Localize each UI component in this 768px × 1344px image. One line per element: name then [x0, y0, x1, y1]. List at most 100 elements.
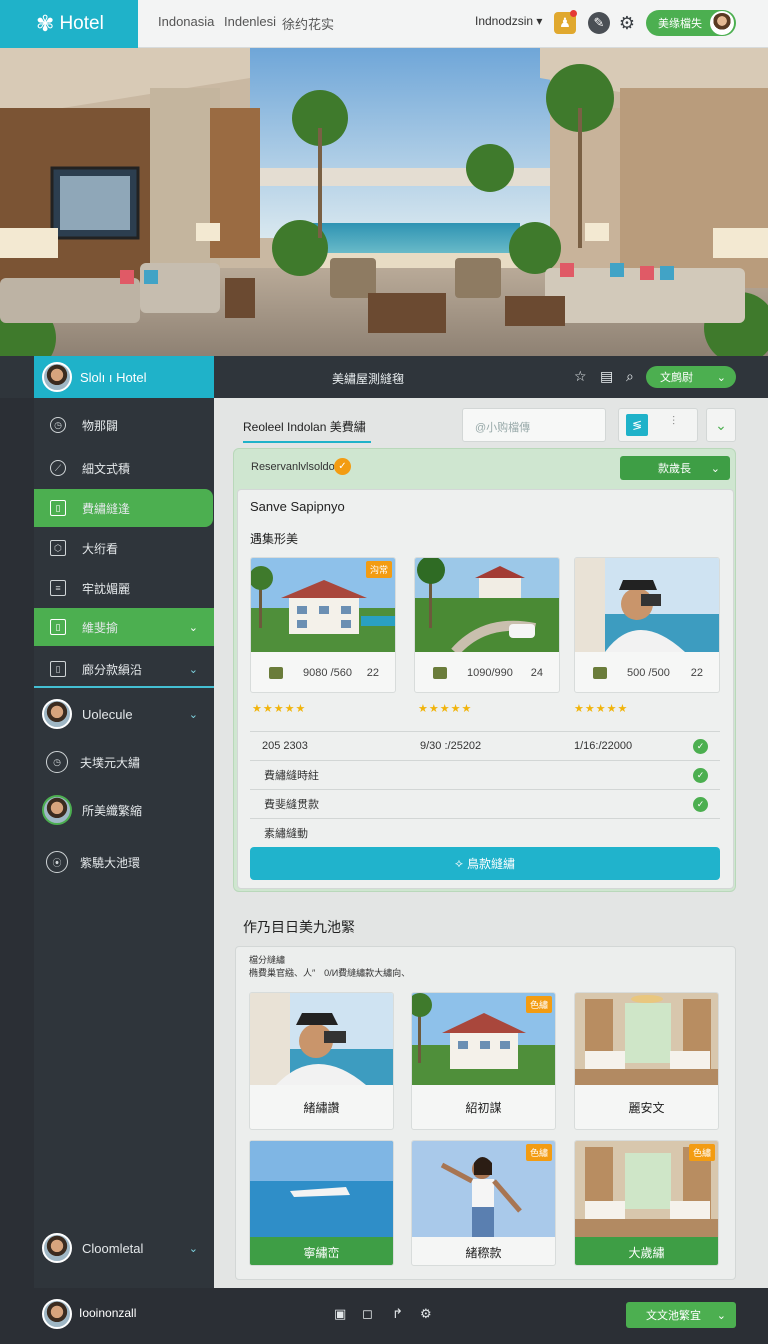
room-tag: 沟常	[365, 561, 392, 578]
row-date-2: 9/30 :/25202	[420, 740, 482, 752]
share-icon[interactable]: ↱	[392, 1306, 403, 1322]
reservation-row-3[interactable]: 費斐縫贯款 ✓	[250, 789, 720, 818]
hotel-brand[interactable]: Slolı ı Hotel	[34, 356, 214, 398]
clock-icon: ◷	[50, 417, 66, 433]
sidebar-item-label: 廊分款縜沿	[82, 662, 143, 677]
user-avatar	[42, 1233, 72, 1263]
check-icon: ✓	[693, 738, 708, 754]
copy-icon[interactable]: ◻	[362, 1306, 373, 1322]
app-logo-text: Hotel	[59, 13, 104, 34]
sidebar-item-3-active[interactable]: ▯ 費繡縫逢	[34, 489, 213, 527]
room-rating-2: ★★★★★	[418, 703, 473, 715]
gallery-image-villa: 色繡	[412, 993, 555, 1085]
top-link-3[interactable]: 徐约花实	[282, 14, 334, 33]
sidebar-footer-user-name: Cloomletal	[82, 1240, 144, 1256]
sidebar: ◷ 物那闢 ⟋ 細文式積 ▯ 費繡縫逢 ⬡ 大绗看 ≡ 牢訦媚麗 ▯ 維斐揄 ⌄ ▯ 廊分款縜沿…	[34, 398, 214, 1288]
user-avatar	[42, 699, 72, 729]
reservation-row-1[interactable]: 205 2303 9/30 :/25202 1/16:/22000 ✓	[250, 731, 720, 760]
sidebar-item-2[interactable]: ⟋ 細文式積	[34, 449, 214, 487]
book-button[interactable]: ⟡ 鳥款縫繡	[250, 847, 720, 880]
row-date-1: 205 2303	[262, 740, 308, 752]
app-logo[interactable]: ✾ Hotel	[0, 0, 138, 48]
brand-name: Slolı ı Hotel	[80, 369, 147, 385]
gallery-tag: 色繡	[688, 1144, 715, 1161]
book-button-label: 鳥款縫繡	[466, 857, 515, 871]
edit-icon[interactable]: ✎	[588, 12, 610, 34]
sidebar-item-1[interactable]: ◷ 物那闢	[34, 406, 214, 444]
check-icon: ✓	[693, 767, 708, 783]
pin-icon: ⟡	[455, 856, 463, 870]
sidebar-item-label: 大绗看	[82, 541, 119, 556]
sidebar-item-6[interactable]: ▯ 維斐揄 ⌄	[34, 608, 214, 646]
gallery-card-1[interactable]: 緒繡讚	[249, 992, 394, 1130]
star-icon[interactable]: ☆	[574, 368, 587, 385]
language-selector[interactable]: Indnodzsin ▾	[475, 14, 542, 28]
gallery-image-dining	[575, 993, 718, 1085]
gallery-image-person: 色繡	[412, 1141, 555, 1237]
sidebar-user-4[interactable]: ⦿ 紫驍大池環	[34, 843, 214, 881]
card-title: Sanve Sapipnyo	[250, 499, 345, 514]
chevron-down-icon: ⌄	[715, 416, 727, 433]
top-link-2[interactable]: Indenlesi	[224, 14, 276, 29]
tab-reservations[interactable]: Reoleel Indolan 美費繡	[243, 418, 366, 435]
reservation-row-4[interactable]: 素繡縫動	[250, 818, 720, 847]
room-count: 24	[530, 667, 543, 679]
bag-icon[interactable]: ▤	[600, 368, 613, 385]
sidebar-user-name: Uolecule	[82, 706, 133, 722]
gallery-card-6[interactable]: 色繡 大歲繡	[574, 1140, 719, 1266]
reservation-row-2[interactable]: 費繡縫時紸 ✓	[250, 760, 720, 789]
printer-icon: ≡	[50, 580, 66, 596]
room-image-resort	[415, 558, 559, 652]
gallery-title: 作乃目日美九池緊	[243, 919, 355, 935]
sidebar-item-label: 牢訦媚麗	[82, 581, 131, 596]
sidebar-user-3[interactable]: 所美纖繁縮	[34, 790, 214, 830]
gallery-card-2[interactable]: 色繡 紹初謀	[411, 992, 556, 1130]
list-view-icon[interactable]: ⫶	[672, 414, 675, 429]
sidebar-user-1[interactable]: Uolecule ⌄	[34, 694, 214, 734]
chevron-down-icon: ⌄	[188, 708, 198, 721]
search-input[interactable]: @小购檔傳	[462, 408, 606, 442]
notification-dot	[570, 10, 577, 17]
room-card-2[interactable]: 1090/990 24	[414, 557, 560, 693]
room-count: 22	[690, 667, 703, 679]
sidebar-user-name: 夫墣元大繡	[80, 755, 141, 770]
dropdown-button[interactable]: ⌄	[706, 408, 736, 442]
user-avatar	[42, 795, 72, 825]
check-icon: ✓	[693, 796, 708, 812]
record-icon: ⦿	[46, 851, 68, 873]
bottom-user-avatar[interactable]	[42, 1299, 72, 1329]
room-rating-3: ★★★★★	[574, 703, 629, 715]
settings-icon[interactable]: ⚙	[420, 1306, 432, 1322]
row-label: 素繡縫動	[264, 828, 308, 840]
bottom-action-button[interactable]: 文文池繁宜 ⌄	[626, 1302, 736, 1328]
user-menu-button[interactable]: 美缘檔失	[646, 10, 736, 36]
card-subtitle: 遇集形美	[250, 532, 299, 546]
sidebar-item-7[interactable]: ▯ 廊分款縜沿 ⌄	[34, 650, 214, 688]
chevron-down-icon: ⌄	[710, 462, 720, 475]
search-icon[interactable]: ⌕	[626, 368, 634, 385]
brand-avatar	[42, 362, 72, 392]
reservation-filter-button[interactable]: 款歲長 ⌄	[620, 456, 730, 480]
gallery-card-label: 紹初謀	[465, 1100, 502, 1115]
chevron-down-icon: ⌄	[188, 1242, 198, 1255]
sidebar-user-2[interactable]: ◷ 夫墣元大繡	[34, 743, 214, 781]
grid-view-icon[interactable]: ≶	[626, 414, 648, 436]
sidebar-footer-user[interactable]: Cloomletal ⌄	[34, 1228, 214, 1268]
bottom-action-label: 文文池繁宜	[646, 1310, 701, 1322]
nav-action-button[interactable]: 文鹧尉 ⌄	[646, 366, 736, 388]
room-card-3[interactable]: 500 /500 22	[574, 557, 720, 693]
settings-gear-icon[interactable]: ⚙	[616, 12, 638, 34]
gallery-card-3[interactable]: 麗安文	[574, 992, 719, 1130]
language-label: Indnodzsin	[475, 14, 534, 28]
phone-icon: ▯	[50, 500, 66, 516]
room-card-1[interactable]: 沟常 9080 /560 22	[250, 557, 396, 693]
gallery-card-4[interactable]: 寧繡峦	[249, 1140, 394, 1266]
image-icon[interactable]: ▣	[334, 1306, 346, 1322]
reservation-filter-label: 款歲長	[658, 463, 691, 475]
sidebar-item-label: 細文式積	[82, 461, 131, 476]
sidebar-item-4[interactable]: ⬡ 大绗看	[34, 529, 214, 567]
top-link-1[interactable]: Indonasia	[158, 14, 214, 29]
compass-icon: ⟋	[50, 460, 66, 476]
sidebar-item-5[interactable]: ≡ 牢訦媚麗	[34, 569, 214, 607]
gallery-card-5[interactable]: 色繡 緒穄款	[411, 1140, 556, 1266]
